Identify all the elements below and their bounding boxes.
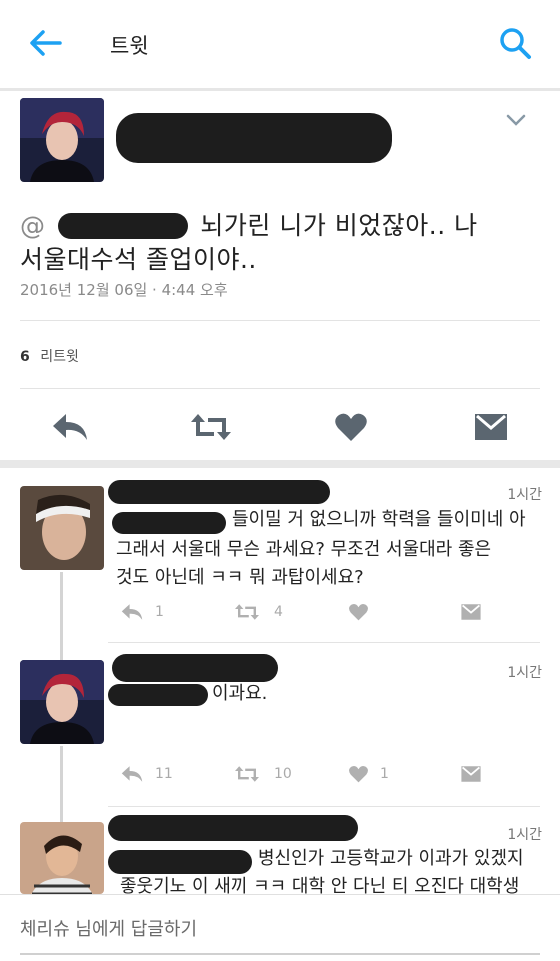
retweet-count-row[interactable]: 6 리트윗 [20, 346, 79, 366]
top-app-bar: 트윗 [0, 0, 560, 91]
tweet-timestamp: 2016년 12월 06일 · 4:44 오후 [20, 281, 228, 299]
retweet-count: 6 [20, 349, 30, 365]
reply-2-name-redacted [112, 654, 278, 682]
reply-icon[interactable] [50, 412, 90, 442]
tweet-text-line-1: @ 뇌가린 니가 비었잖아.. 나 [20, 206, 478, 242]
thread-connector [60, 572, 63, 660]
reply-icon[interactable] [120, 765, 144, 783]
dm-icon[interactable] [460, 603, 482, 621]
reply-1-retweet-count: 4 [274, 604, 283, 620]
thread-connector [60, 746, 63, 822]
reply-2-reply-count: 11 [155, 766, 173, 782]
reply-compose-bar: 체리슈 님에게 답글하기 [0, 894, 560, 961]
reply-1-mention-redacted [112, 512, 226, 534]
dm-icon[interactable] [474, 412, 508, 442]
retweet-icon[interactable] [233, 603, 261, 621]
page-title: 트윗 [110, 34, 149, 58]
mention-prefix[interactable]: @ [20, 211, 46, 240]
reply-1-reply-count: 1 [155, 604, 164, 620]
tweet-text-line-2: 서울대수석 졸업이야.. [20, 245, 257, 274]
tweet-text-part-1: 뇌가린 니가 비었잖아.. 나 [200, 211, 478, 240]
reply-2-retweet-count: 10 [274, 766, 292, 782]
divider [108, 806, 540, 807]
reply-1-avatar[interactable] [20, 486, 104, 570]
reply-2-avatar[interactable] [20, 660, 104, 744]
retweet-icon[interactable] [188, 412, 234, 442]
heart-icon[interactable] [348, 603, 369, 621]
retweet-icon[interactable] [233, 765, 261, 783]
divider [20, 320, 540, 321]
reply-3-mention-redacted [108, 850, 252, 874]
reply-input[interactable]: 체리슈 님에게 답글하기 [20, 915, 197, 941]
heart-icon[interactable] [334, 412, 368, 442]
reply-icon[interactable] [120, 603, 144, 621]
reply-3-line-1: 병신인가 고등학교가 이과가 있겠지 [258, 848, 524, 869]
reply-1-name-redacted [108, 480, 330, 504]
reply-2-line-1: 이과요. [212, 683, 268, 704]
author-avatar[interactable] [20, 98, 104, 182]
reply-2-mention-redacted [108, 684, 208, 706]
heart-icon[interactable] [348, 765, 369, 783]
retweet-label: 리트윗 [40, 349, 79, 365]
author-name-redacted [116, 113, 392, 163]
reply-2-time: 1시간 [507, 665, 542, 681]
search-icon[interactable] [498, 26, 532, 60]
reply-3-name-redacted [108, 815, 358, 841]
back-arrow-icon[interactable] [28, 28, 62, 58]
mention-redacted [57, 213, 188, 239]
reply-1-time: 1시간 [507, 487, 542, 503]
chevron-down-icon[interactable] [505, 112, 527, 128]
reply-1-line-2: 그래서 서울대 무슨 과세요? 무조건 서울대라 좋은 [116, 539, 492, 560]
reply-input-underline [20, 953, 540, 955]
reply-3-time: 1시간 [507, 827, 542, 843]
reply-3-avatar[interactable] [20, 822, 104, 894]
section-separator [0, 460, 560, 468]
reply-2-like-count: 1 [380, 766, 389, 782]
dm-icon[interactable] [460, 765, 482, 783]
reply-1-line-1: 들이밀 거 없으니까 학력을 들이미네 아 [232, 509, 526, 530]
divider [108, 642, 540, 643]
reply-1-line-3: 것도 아닌데 ㅋㅋ 뭐 과탑이세요? [116, 567, 364, 588]
divider [20, 388, 540, 389]
